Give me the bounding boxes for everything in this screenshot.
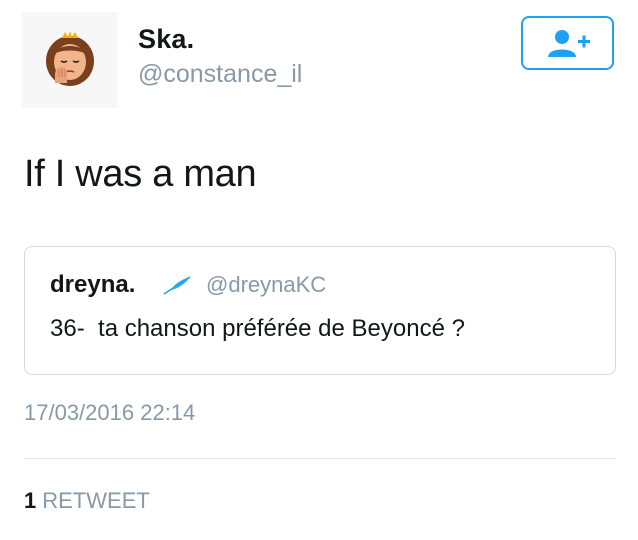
retweet-stats[interactable]: 1 RETWEET: [24, 488, 150, 514]
author-handle[interactable]: @constance_il: [138, 60, 302, 89]
quoted-text: 36- ta chanson préférée de Beyoncé ?: [50, 315, 465, 342]
retweet-label: RETWEET: [42, 488, 150, 513]
add-user-icon: [547, 30, 590, 57]
quoted-display-name[interactable]: dreyna.: [50, 271, 135, 299]
avatar[interactable]: [22, 12, 118, 108]
retweet-count: 1: [24, 488, 37, 513]
tweet-text: If I was a man: [24, 153, 257, 195]
woman-facepalm-emoji-icon: [46, 31, 94, 86]
follow-button[interactable]: [521, 16, 614, 70]
quoted-tweet[interactable]: dreyna. @dreynaKC 36- ta chanson préféré…: [24, 246, 616, 375]
tweet-timestamp[interactable]: 17/03/2016 22:14: [24, 400, 195, 426]
quoted-handle[interactable]: @dreynaKC: [206, 272, 326, 298]
feather-icon: [163, 276, 191, 295]
author-display-name[interactable]: Ska.: [138, 24, 194, 55]
divider: [24, 458, 616, 459]
